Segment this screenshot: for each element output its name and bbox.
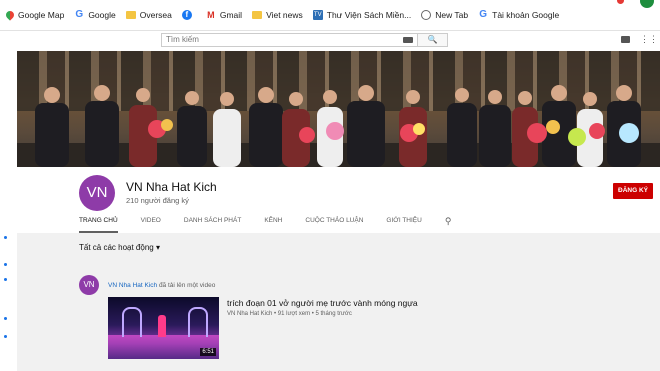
- thumbnail-arch: [188, 307, 208, 337]
- tab-videos[interactable]: VIDEO: [141, 211, 161, 233]
- bookmark-label: Viet news: [266, 10, 303, 20]
- banner-photo-people: [35, 85, 641, 167]
- channel-header: VN VN Nha Hat Kich 210 người đăng ký ĐĂN…: [17, 167, 660, 233]
- activity-action: đã tải lên một video: [157, 282, 216, 289]
- search-button[interactable]: 🔍: [418, 33, 448, 47]
- channel-search-icon[interactable]: ⚲: [445, 211, 452, 233]
- facebook-icon: f: [181, 10, 192, 20]
- bookmark-label: Oversea: [139, 10, 172, 20]
- keyboard-icon[interactable]: [403, 37, 413, 43]
- search-placeholder: Tìm kiếm: [166, 35, 199, 44]
- sidebar-dot[interactable]: [4, 236, 7, 239]
- channel-avatar[interactable]: VN: [79, 175, 115, 211]
- video-duration: 6:51: [200, 348, 216, 356]
- bookmark-label: Thư Viện Sách Miền...: [326, 10, 412, 20]
- google-icon: G: [479, 9, 488, 20]
- search-input[interactable]: Tìm kiếm: [161, 33, 418, 47]
- bookmark-google-map[interactable]: Google Map: [4, 9, 65, 21]
- sidebar-collapsed: [0, 51, 18, 371]
- folder-icon: [125, 11, 136, 19]
- bookmarks-bar: Google Map G Google Oversea f M Gmail Vi…: [0, 0, 660, 31]
- sidebar-dot[interactable]: [4, 278, 7, 281]
- activity-avatar[interactable]: VN: [79, 275, 99, 295]
- sidebar-dot[interactable]: [4, 317, 7, 320]
- tab-playlists[interactable]: DANH SÁCH PHÁT: [184, 211, 241, 233]
- channel-name: VN Nha Hat Kich: [126, 180, 217, 194]
- bookmark-label: Google Map: [18, 10, 65, 20]
- bookmark-label: New Tab: [435, 10, 469, 20]
- video-thumbnail[interactable]: 6:51: [108, 297, 219, 359]
- bookmark-google[interactable]: G Google: [74, 9, 116, 21]
- bookmark-google-account[interactable]: G Tài khoản Google: [478, 9, 560, 21]
- subscribe-button[interactable]: ĐĂNG KÝ: [613, 183, 653, 199]
- bookmark-label: Gmail: [219, 10, 243, 20]
- bookmark-viet-news[interactable]: Viet news: [252, 10, 303, 20]
- apps-grid-icon[interactable]: ⋮⋮: [640, 35, 658, 44]
- google-icon: G: [75, 9, 84, 20]
- map-pin-icon: [4, 9, 16, 21]
- notification-dot: [617, 0, 624, 4]
- thumbnail-arch: [122, 307, 142, 337]
- tab-discussion[interactable]: CUỘC THẢO LUẬN: [305, 211, 363, 233]
- globe-icon: [421, 10, 432, 20]
- bookmark-thu-vien[interactable]: TV Thư Viện Sách Miền...: [312, 10, 412, 20]
- gmail-icon: M: [207, 10, 215, 20]
- activity-filter-dropdown[interactable]: Tất cả các hoạt động ▾: [79, 243, 160, 252]
- library-icon: TV: [312, 10, 323, 20]
- activity-channel-link[interactable]: VN Nha Hat Kich: [108, 282, 157, 289]
- channel-tabs: TRANG CHỦ VIDEO DANH SÁCH PHÁT KÊNH CUỘC…: [79, 211, 451, 233]
- activity-feed: Tất cả các hoạt động ▾ VN VN Nha Hat Kic…: [17, 233, 660, 371]
- youtube-masthead: Tìm kiếm 🔍 ⋮⋮: [0, 31, 660, 51]
- bookmark-gmail[interactable]: M Gmail: [206, 10, 242, 20]
- bookmark-new-tab[interactable]: New Tab: [421, 10, 468, 20]
- profile-avatar[interactable]: [640, 0, 654, 8]
- folder-icon: [252, 11, 263, 19]
- channel-banner: [17, 51, 660, 167]
- video-meta: VN Nha Hat Kich • 91 lượt xem • 5 tháng …: [227, 311, 352, 317]
- tab-channels[interactable]: KÊNH: [264, 211, 282, 233]
- sidebar-dot[interactable]: [4, 263, 7, 266]
- chevron-down-icon: ▾: [155, 243, 160, 252]
- search-icon: 🔍: [427, 35, 438, 44]
- activity-text: VN Nha Hat Kich đã tải lên một video: [108, 282, 215, 289]
- bookmark-oversea[interactable]: Oversea: [125, 10, 172, 20]
- bookmark-label: Tài khoản Google: [492, 10, 560, 20]
- subscriber-count: 210 người đăng ký: [126, 196, 189, 205]
- bookmark-facebook[interactable]: f: [181, 10, 196, 20]
- bookmark-label: Google: [88, 10, 116, 20]
- sidebar-dot[interactable]: [4, 335, 7, 338]
- video-title[interactable]: trích đoạn 01 vở người mẹ trước vành món…: [227, 298, 418, 308]
- tab-home[interactable]: TRANG CHỦ: [79, 211, 118, 233]
- create-video-icon[interactable]: [621, 36, 630, 43]
- thumbnail-figure: [158, 315, 166, 337]
- tab-about[interactable]: GIỚI THIỆU: [386, 211, 421, 233]
- filter-label: Tất cả các hoạt động: [79, 243, 154, 252]
